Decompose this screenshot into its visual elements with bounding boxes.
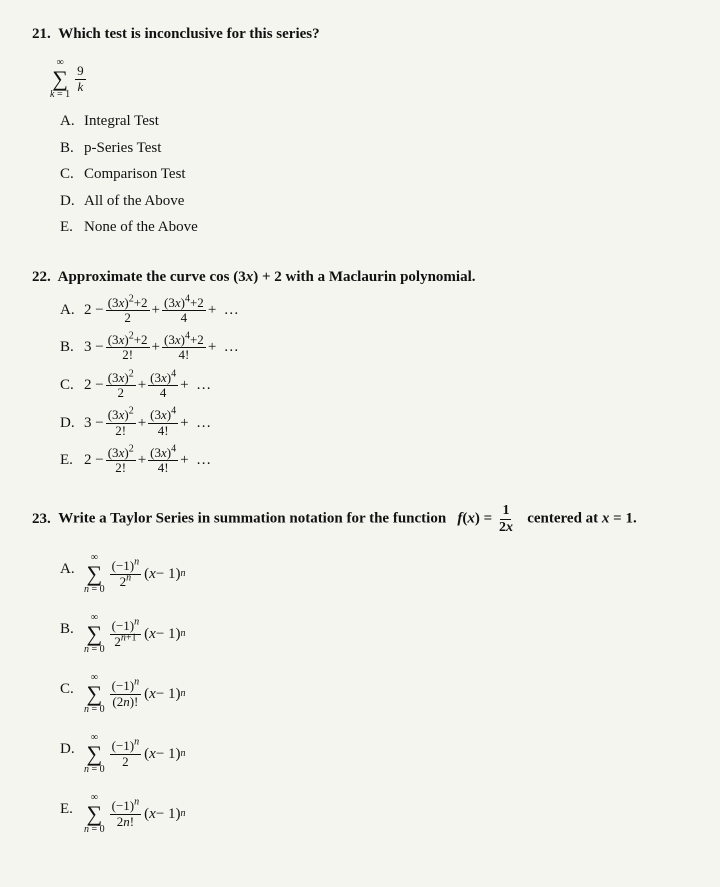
q21-option-d: D. All of the Above [60,190,688,213]
question-23: 23. Write a Taylor Series in summation n… [32,503,688,835]
q23-options: A. ∞ ∑ n = 0 (−1)n 2n (x − 1)n B [60,543,688,835]
q23-option-e: E. ∞ ∑ n = 0 (−1)n 2n! (x − 1)n [60,783,688,835]
q22-option-d: D. 3 − (3x)2 2! + (3x)4 4! + … [60,408,688,438]
q22-option-b: B. 3 − (3x)2+2 2! + (3x)4+2 4! + … [60,333,688,363]
q23-option-a: A. ∞ ∑ n = 0 (−1)n 2n (x − 1)n [60,543,688,595]
q22-option-a: A. 2 − (3x)2+2 2 + (3x)4+2 4 + … [60,296,688,326]
q22-title: 22. Approximate the curve cos (3x) + 2 w… [32,267,688,288]
q22-option-c: C. 2 − (3x)2 2 + (3x)4 4 + … [60,371,688,401]
q21-option-b: B. p-Series Test [60,137,688,160]
q21-title: 21. Which test is inconclusive for this … [32,24,688,45]
q23-title: 23. Write a Taylor Series in summation n… [32,503,688,535]
q21-options: A. Integral Test B. p-Series Test C. Com… [60,110,688,239]
q21-series: ∞ ∑ k = 1 9 k [50,53,688,100]
q22-options: A. 2 − (3x)2+2 2 + (3x)4+2 4 + … [60,296,688,476]
question-22: 22. Approximate the curve cos (3x) + 2 w… [32,267,688,476]
q23-option-c: C. ∞ ∑ n = 0 (−1)n (2n)! (x − 1)n [60,663,688,715]
q21-option-a: A. Integral Test [60,110,688,133]
q23-option-d: D. ∞ ∑ n = 0 (−1)n 2 (x − 1)n [60,723,688,775]
question-21: 21. Which test is inconclusive for this … [32,24,688,239]
q21-option-e: E. None of the Above [60,216,688,239]
q21-option-c: C. Comparison Test [60,163,688,186]
q23-option-b: B. ∞ ∑ n = 0 (−1)n 2n+1 (x − 1)n [60,603,688,655]
q22-option-e: E. 2 − (3x)2 2! + (3x)4 4! + … [60,446,688,476]
